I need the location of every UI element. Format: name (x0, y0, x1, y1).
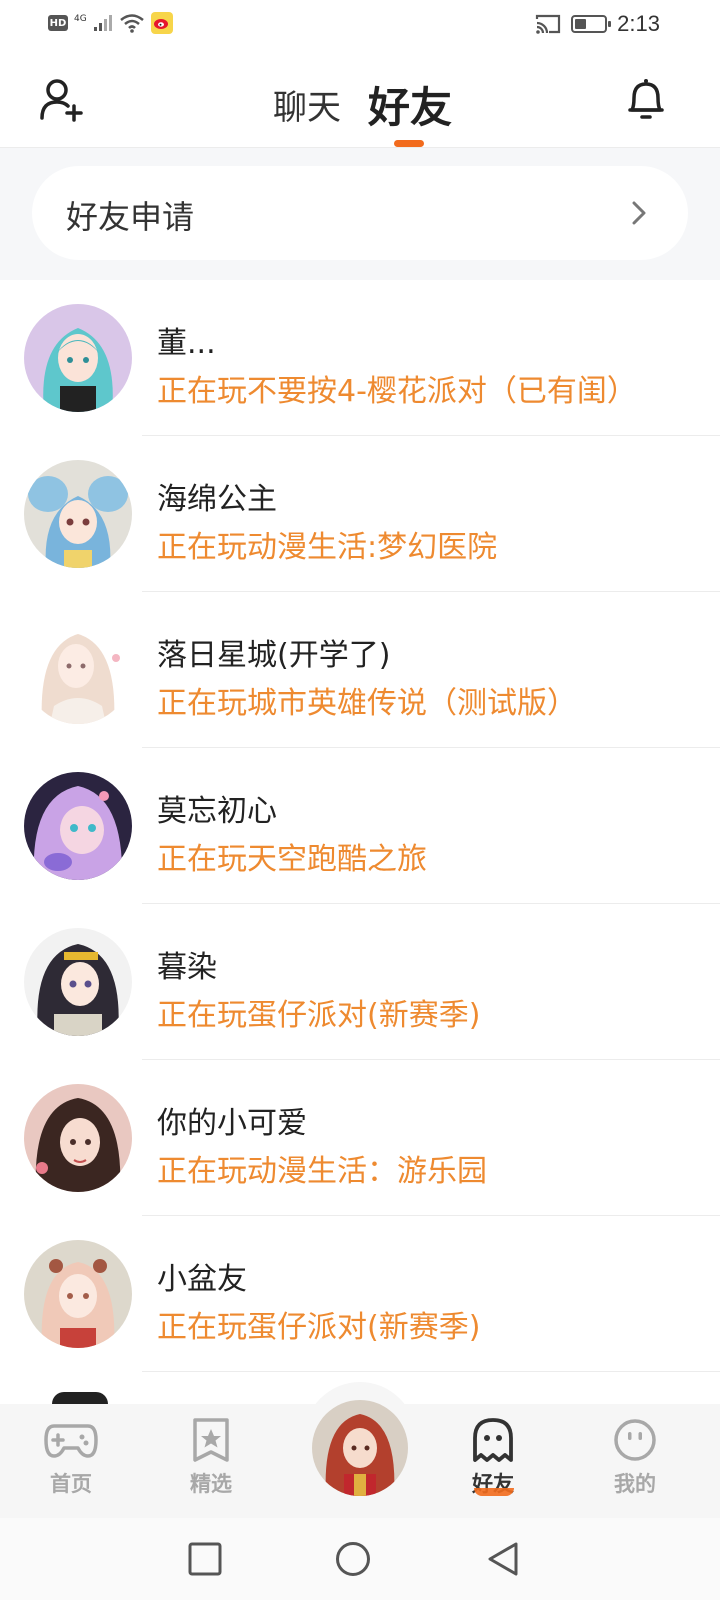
system-nav-bar (0, 1518, 720, 1600)
tab-friends[interactable]: 好友 (368, 74, 452, 135)
nav-label: 首页 (50, 1472, 92, 1496)
cast-icon (536, 14, 561, 34)
hd-badge: HD (48, 15, 68, 31)
divider (142, 1371, 720, 1372)
nav-label: 我的 (614, 1472, 656, 1496)
friend-row[interactable]: 海绵公主 正在玩动漫生活:梦幻医院 (0, 436, 720, 592)
nav-item-me[interactable]: 我的 (590, 1418, 680, 1502)
friend-status: 正在玩城市英雄传说（测试版） (157, 686, 577, 721)
friend-status: 正在玩动漫生活:梦幻医院 (157, 530, 498, 565)
nav-label: 精选 (190, 1472, 232, 1496)
nav-item-featured[interactable]: 精选 (166, 1418, 256, 1502)
circle-icon[interactable] (334, 1540, 372, 1578)
tab-chat[interactable]: 聊天 (273, 80, 341, 129)
network-label: 4G (74, 14, 87, 24)
battery-fill (575, 19, 587, 29)
triangle-back-icon[interactable] (484, 1540, 522, 1578)
clock: 2:13 (617, 11, 660, 36)
friend-status: 正在玩天空跑酷之旅 (157, 842, 427, 877)
friend-name: 莫忘初心 (157, 794, 277, 829)
wifi-icon (119, 14, 144, 33)
avatar[interactable] (24, 928, 132, 1036)
friend-row[interactable]: 董... 正在玩不要按4-樱花派对（已有闺） (0, 280, 720, 436)
friend-row[interactable]: 莫忘初心 正在玩天空跑酷之旅 (0, 748, 720, 904)
partial-avatar[interactable] (52, 1392, 108, 1404)
weibo-icon (150, 12, 173, 34)
active-tab-indicator (394, 140, 424, 147)
signal-icon (93, 15, 112, 31)
nav-item-home[interactable]: 首页 (26, 1418, 116, 1502)
friend-row[interactable]: 落日星城(开学了) 正在玩城市英雄传说（测试版） (0, 592, 720, 748)
avatar[interactable] (24, 1084, 132, 1192)
friend-row[interactable]: 暮染 正在玩蛋仔派对(新赛季) (0, 904, 720, 1060)
friend-request-card[interactable]: 好友申请 (32, 166, 688, 260)
friend-name: 董... (157, 326, 216, 361)
smiley-face-icon (614, 1419, 656, 1461)
friend-request-section: 好友申请 (0, 148, 720, 280)
avatar[interactable] (24, 1240, 132, 1348)
status-left: HD 4G (48, 12, 173, 34)
avatar[interactable] (24, 460, 132, 568)
ghost-icon (473, 1418, 513, 1462)
friend-request-label: 好友申请 (66, 198, 195, 236)
active-nav-indicator (474, 1488, 514, 1496)
status-right: 2:13 (535, 11, 660, 37)
square-icon[interactable] (186, 1540, 224, 1578)
friend-status: 正在玩不要按4-樱花派对（已有闺） (157, 374, 637, 409)
friend-name: 小盆友 (157, 1262, 247, 1297)
friend-name: 你的小可爱 (157, 1106, 307, 1141)
star-bookmark-icon (193, 1418, 229, 1462)
friend-name: 海绵公主 (157, 482, 277, 517)
chevron-right-icon (632, 201, 646, 225)
top-tabs: 聊天 好友 (0, 50, 720, 148)
friend-status: 正在玩动漫生活：游乐园 (157, 1154, 487, 1189)
gamepad-icon (44, 1424, 98, 1458)
friend-status: 正在玩蛋仔派对(新赛季) (157, 1310, 481, 1345)
bell-icon (628, 79, 664, 119)
friend-row[interactable]: 你的小可爱 正在玩动漫生活：游乐园 (0, 1060, 720, 1216)
avatar[interactable] (24, 304, 132, 412)
nav-center-avatar[interactable] (312, 1400, 408, 1496)
friend-list: 董... 正在玩不要按4-樱花派对（已有闺） 海绵公主 正在玩动漫生活:梦幻医院 (0, 280, 720, 1372)
friend-name: 落日星城(开学了) (157, 638, 391, 673)
avatar[interactable] (24, 616, 132, 724)
friend-row[interactable]: 小盆友 正在玩蛋仔派对(新赛季) (0, 1216, 720, 1372)
top-header: 聊天 好友 (0, 50, 720, 148)
avatar[interactable] (24, 772, 132, 880)
friend-name: 暮染 (157, 950, 217, 985)
nav-item-friends[interactable]: 好友 (448, 1418, 538, 1502)
battery-icon (571, 15, 612, 33)
notification-button[interactable] (624, 76, 668, 122)
friend-status: 正在玩蛋仔派对(新赛季) (157, 998, 481, 1033)
status-bar: HD 4G 2:13 (0, 0, 720, 50)
